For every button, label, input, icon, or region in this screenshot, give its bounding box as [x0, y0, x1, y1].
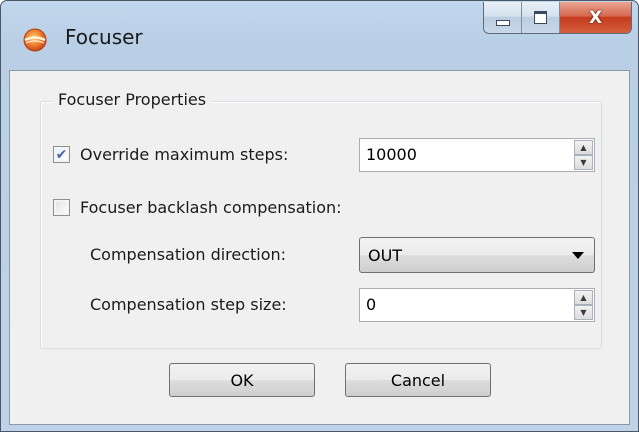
max-steps-value[interactable]: 10000 — [366, 145, 417, 164]
checkmark-icon: ✔ — [55, 146, 68, 163]
focuser-properties-group: Focuser Properties ✔ Override maximum st… — [40, 90, 602, 349]
backlash-label[interactable]: Focuser backlash compensation: — [80, 198, 342, 217]
step-size-arrows: ▲ ▼ — [574, 290, 593, 320]
step-size-down-arrow-icon[interactable]: ▼ — [574, 305, 593, 320]
override-steps-label[interactable]: Override maximum steps: — [80, 145, 288, 164]
close-icon: X — [588, 7, 603, 28]
focuser-dialog: Focuser X Focuser Properties ✔ Override … — [0, 0, 639, 432]
dialog-body: Focuser Properties ✔ Override maximum st… — [9, 70, 630, 425]
direction-label: Compensation direction: — [90, 245, 287, 264]
max-steps-spinner[interactable]: 10000 ▲ ▼ — [359, 138, 595, 172]
caption-buttons: X — [483, 2, 632, 34]
title-bar[interactable]: Focuser X — [1, 1, 638, 71]
minimize-button[interactable] — [484, 2, 522, 33]
maximize-button[interactable] — [522, 2, 560, 33]
minimize-icon — [495, 19, 510, 26]
direction-dropdown[interactable]: OUT — [359, 237, 595, 273]
max-steps-arrows: ▲ ▼ — [574, 140, 593, 170]
step-size-row: Compensation step size: — [90, 295, 287, 314]
backlash-row: Focuser backlash compensation: — [53, 198, 342, 217]
step-size-value[interactable]: 0 — [366, 295, 376, 314]
window-title: Focuser — [65, 25, 143, 49]
group-title: Focuser Properties — [53, 90, 212, 109]
app-icon — [23, 28, 47, 52]
override-steps-checkbox[interactable]: ✔ — [53, 146, 70, 163]
step-size-spinner[interactable]: 0 ▲ ▼ — [359, 288, 595, 322]
backlash-checkbox[interactable] — [53, 199, 70, 216]
step-size-up-arrow-icon[interactable]: ▲ — [574, 290, 593, 305]
maximize-icon — [534, 11, 547, 24]
ok-button[interactable]: OK — [169, 363, 315, 397]
direction-value: OUT — [368, 246, 403, 265]
max-steps-down-arrow-icon[interactable]: ▼ — [574, 155, 593, 170]
cancel-button[interactable]: Cancel — [345, 363, 491, 397]
max-steps-up-arrow-icon[interactable]: ▲ — [574, 140, 593, 155]
close-button[interactable]: X — [560, 2, 631, 33]
step-size-label: Compensation step size: — [90, 295, 287, 314]
direction-row: Compensation direction: — [90, 245, 286, 264]
chevron-down-icon — [572, 252, 584, 259]
override-steps-row: ✔ Override maximum steps: — [53, 145, 288, 164]
